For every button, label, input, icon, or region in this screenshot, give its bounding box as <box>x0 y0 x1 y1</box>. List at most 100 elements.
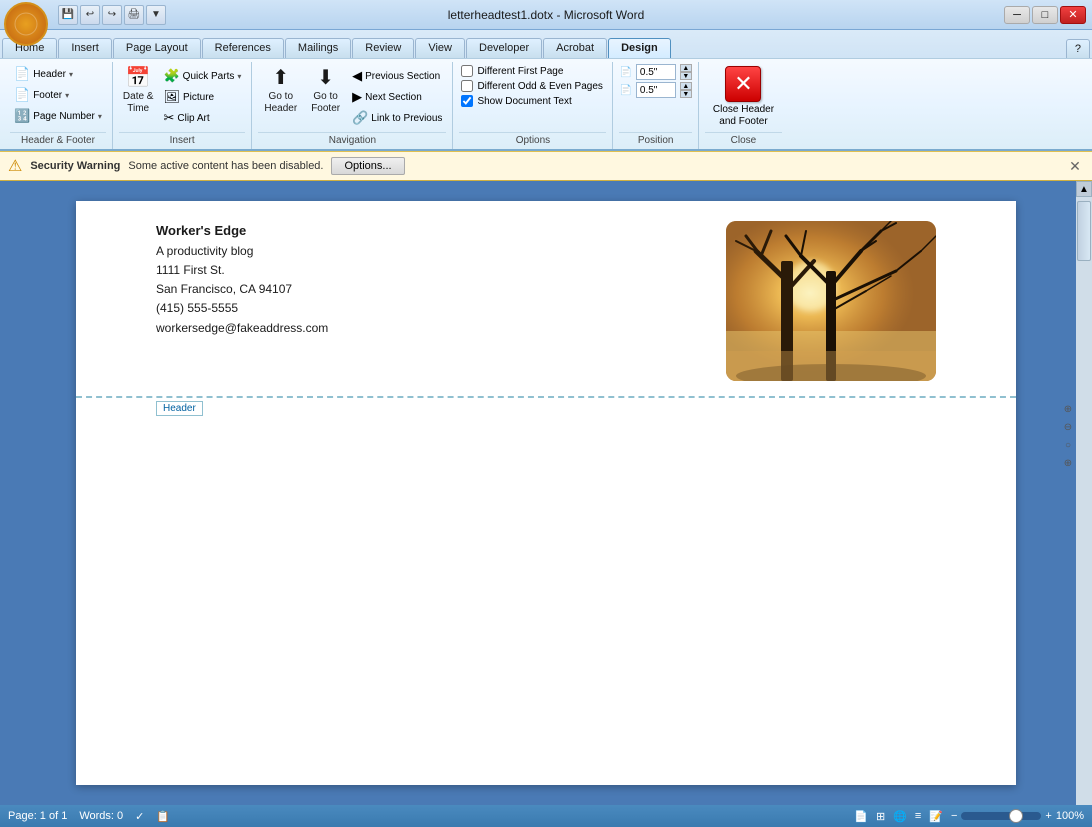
print-quick-btn[interactable]: 🖨 <box>124 5 144 25</box>
view-outline-icon[interactable]: ≡ <box>915 810 921 822</box>
group-items-position: 📄 ▲ ▼ 📄 ▲ ▼ <box>619 64 691 130</box>
security-warning-icon: ⚠ <box>8 156 22 176</box>
go-footer-icon: ⬇ <box>317 66 334 90</box>
address: 1111 First St. <box>156 261 328 280</box>
footer-pos-up[interactable]: ▲ <box>680 82 692 90</box>
tab-page-layout[interactable]: Page Layout <box>113 38 201 58</box>
tab-insert[interactable]: Insert <box>58 38 112 58</box>
security-message: Some active content has been disabled. <box>128 160 323 172</box>
previous-section-button[interactable]: ◀ Previous Section <box>348 66 446 86</box>
zoom-thumb[interactable] <box>1009 809 1023 823</box>
side-tool-4[interactable]: ⊕ <box>1060 455 1076 471</box>
security-options-button[interactable]: Options... <box>331 157 404 175</box>
group-position: 📄 ▲ ▼ 📄 ▲ ▼ Position <box>613 62 698 149</box>
track-changes-icon[interactable]: 📋 <box>156 810 170 823</box>
zoom-control: − + 100% <box>951 810 1084 822</box>
minimize-button[interactable]: ─ <box>1004 6 1030 24</box>
quick-parts-button[interactable]: 🧩 Quick Parts ▾ <box>159 66 245 86</box>
footer-pos-label: 📄 <box>619 85 631 96</box>
close-header-footer-button[interactable]: ✕ Close Headerand Footer <box>705 64 782 130</box>
document-area: ▲ ⊕ ⊖ ○ ⊕ Worker's Edge A productivity b… <box>0 181 1092 805</box>
header-position-input[interactable] <box>636 64 676 80</box>
group-close: ✕ Close Headerand Footer Close <box>699 62 788 149</box>
security-title: Security Warning <box>30 160 120 172</box>
header-pos-down[interactable]: ▼ <box>680 72 692 80</box>
zoom-percentage: 100% <box>1056 810 1084 822</box>
phone: (415) 555-5555 <box>156 299 328 318</box>
qa-more-btn[interactable]: ▼ <box>146 5 166 25</box>
different-first-page-checkbox[interactable] <box>461 65 473 77</box>
page-number-button[interactable]: 🔢 Page Number ▾ <box>10 106 106 126</box>
city: San Francisco, CA 94107 <box>156 280 328 299</box>
clip-art-icon: ✂ <box>163 110 174 126</box>
clip-art-button[interactable]: ✂ Clip Art <box>159 108 245 128</box>
show-document-text-checkbox[interactable] <box>461 95 473 107</box>
side-tool-3[interactable]: ○ <box>1060 437 1076 453</box>
header-pos-up[interactable]: ▲ <box>680 64 692 72</box>
next-section-icon: ▶ <box>352 89 362 105</box>
go-to-footer-button[interactable]: ⬇ Go to Footer <box>305 64 346 116</box>
group-label-position: Position <box>619 132 691 149</box>
footer-position-input[interactable] <box>636 82 676 98</box>
redo-quick-btn[interactable]: ↪ <box>102 5 122 25</box>
close-hf-icon: ✕ <box>725 66 761 102</box>
vertical-scrollbar[interactable]: ▲ <box>1076 181 1092 805</box>
group-items-insert: 📅 Date & Time 🧩 Quick Parts ▾ 🖼 Picture <box>119 64 245 130</box>
zoom-minus-button[interactable]: − <box>951 810 957 822</box>
header-pos-label: 📄 <box>619 67 631 78</box>
tab-review[interactable]: Review <box>352 38 414 58</box>
tab-references[interactable]: References <box>202 38 284 58</box>
scroll-up-button[interactable]: ▲ <box>1076 181 1092 197</box>
view-draft-icon[interactable]: 📝 <box>929 810 943 823</box>
group-items-nav: ⬆ Go to Header ⬇ Go to Footer <box>258 64 446 130</box>
tab-help[interactable]: ? <box>1066 39 1090 58</box>
undo-quick-btn[interactable]: ↩ <box>80 5 100 25</box>
group-navigation: ⬆ Go to Header ⬇ Go to Footer <box>252 62 453 149</box>
document-header[interactable]: Worker's Edge A productivity blog 1111 F… <box>76 201 1016 398</box>
tab-mailings[interactable]: Mailings <box>285 38 351 58</box>
maximize-button[interactable]: □ <box>1032 6 1058 24</box>
tab-view[interactable]: View <box>415 38 465 58</box>
security-close-button[interactable]: ✕ <box>1066 157 1084 175</box>
side-tool-1[interactable]: ⊕ <box>1060 401 1076 417</box>
document-body[interactable] <box>76 398 1016 718</box>
next-section-button[interactable]: ▶ Next Section <box>348 87 446 107</box>
picture-icon: 🖼 <box>163 89 180 105</box>
go-to-header-button[interactable]: ⬆ Go to Header <box>258 64 303 116</box>
different-first-page-option[interactable]: Different First Page <box>459 64 565 78</box>
side-tool-2[interactable]: ⊖ <box>1060 419 1076 435</box>
scroll-thumb[interactable] <box>1077 201 1091 261</box>
status-bar: Page: 1 of 1 Words: 0 ✓ 📋 📄 ⊞ 🌐 ≡ 📝 − + … <box>0 805 1092 827</box>
quick-parts-icon: 🧩 <box>163 68 179 84</box>
page-info: Page: 1 of 1 <box>8 810 67 822</box>
tab-developer[interactable]: Developer <box>466 38 542 58</box>
link-to-previous-button[interactable]: 🔗 Link to Previous <box>348 108 446 128</box>
view-web-icon[interactable]: 🌐 <box>893 810 907 823</box>
footer-pos-down[interactable]: ▼ <box>680 90 692 98</box>
picture-button[interactable]: 🖼 Picture <box>159 87 245 107</box>
header-label: Header <box>156 401 203 416</box>
side-tools: ⊕ ⊖ ○ ⊕ <box>1060 401 1076 471</box>
spell-check-icon[interactable]: ✓ <box>135 810 144 823</box>
group-label-nav: Navigation <box>258 132 446 149</box>
show-document-text-option[interactable]: Show Document Text <box>459 94 573 108</box>
close-button[interactable]: ✕ <box>1060 6 1086 24</box>
zoom-plus-button[interactable]: + <box>1045 810 1051 822</box>
different-odd-even-option[interactable]: Different Odd & Even Pages <box>459 79 604 93</box>
different-odd-even-checkbox[interactable] <box>461 80 473 92</box>
tab-acrobat[interactable]: Acrobat <box>543 38 607 58</box>
footer-button[interactable]: 📄 Footer ▾ <box>10 85 106 105</box>
view-print-icon[interactable]: 📄 <box>854 810 868 823</box>
header-button[interactable]: 📄 Header ▾ <box>10 64 106 84</box>
date-time-button[interactable]: 📅 Date & Time <box>119 64 158 116</box>
prev-section-icon: ◀ <box>352 68 362 84</box>
tab-design[interactable]: Design <box>608 38 671 58</box>
group-label-close: Close <box>705 132 782 149</box>
office-button[interactable] <box>4 2 48 46</box>
footer-position-item: 📄 ▲ ▼ <box>619 82 691 98</box>
save-quick-btn[interactable]: 💾 <box>58 5 78 25</box>
zoom-slider[interactable] <box>961 812 1041 820</box>
group-items-hf: 📄 Header ▾ 📄 Footer ▾ 🔢 Page Number ▾ <box>10 64 106 130</box>
window-title: letterheadtest1.dotx - Microsoft Word <box>448 8 645 22</box>
view-fullscreen-icon[interactable]: ⊞ <box>876 810 885 823</box>
